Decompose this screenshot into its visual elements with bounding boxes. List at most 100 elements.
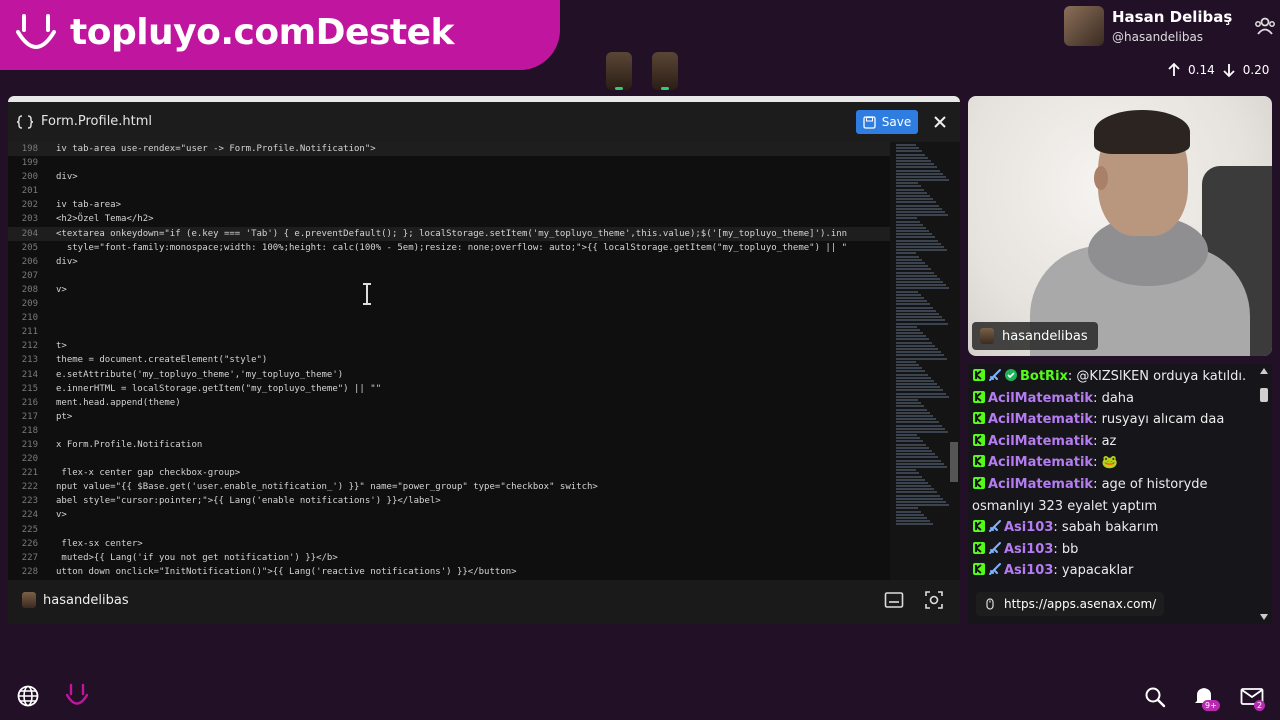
chat-username[interactable]: AcilMatematik	[988, 434, 1093, 449]
code-line[interactable]: 215 e.innerHTML = localStorage.getItem("m…	[8, 382, 890, 396]
messages[interactable]: 2	[1240, 686, 1270, 714]
line-number: 218	[21, 425, 38, 436]
code-line[interactable]: 219 x Form.Profile.Notification	[8, 438, 890, 452]
globe-icon[interactable]	[16, 684, 40, 708]
minimap-line	[896, 335, 926, 338]
minimap-line	[896, 277, 940, 280]
chat-username[interactable]: AcilMatematik	[988, 412, 1093, 427]
minimap-line	[896, 507, 918, 510]
topluyo-logo-icon[interactable]	[64, 682, 90, 710]
code-line[interactable]: 207	[8, 269, 890, 283]
person-hair	[1094, 110, 1190, 154]
save-button[interactable]: Save	[856, 110, 918, 134]
code-line[interactable]: 220	[8, 452, 890, 466]
scroll-thumb[interactable]	[1260, 388, 1268, 402]
code-line[interactable]: 199	[8, 156, 890, 170]
minimap-line	[896, 450, 932, 452]
code-line[interactable]: 198 iv tab-area use-rendex="user -> Form.…	[8, 142, 890, 157]
minimap-line	[896, 188, 924, 191]
close-icon[interactable]	[930, 112, 950, 132]
chat-username[interactable]: AcilMatematik	[988, 455, 1093, 470]
code-line[interactable]: 202 iv tab-area>	[8, 198, 890, 212]
minimap-line	[896, 328, 920, 331]
code-line[interactable]: 203 <h2>Özel Tema</h2>	[8, 212, 890, 226]
minimap-line	[896, 150, 922, 153]
code-line[interactable]: 213 theme = document.createElement("style…	[8, 353, 890, 367]
code-line[interactable]: 227 muted>{{ Lang('if you not get notifi…	[8, 551, 890, 565]
minimap-line	[896, 242, 941, 245]
chat-message: AcilMatematik: rusyayı alıcam daa	[972, 409, 1256, 431]
line-text: e.innerHTML = localStorage.getItem("my_t…	[56, 383, 382, 394]
minimap-line	[896, 491, 937, 494]
minimap-line	[896, 316, 942, 319]
minimap-line	[896, 488, 934, 491]
code-line[interactable]: 228 utton down onclick="InitNotification(…	[8, 565, 890, 579]
line-number: 199	[21, 158, 38, 169]
chat-username[interactable]: Asi103	[1004, 520, 1053, 535]
line-text: abel style="cursor:pointer;">{{ Lang('en…	[56, 496, 441, 507]
participant-avatar[interactable]	[652, 52, 678, 90]
line-number: 228	[21, 566, 38, 577]
code-line[interactable]: 223 abel style="cursor:pointer;">{{ Lang(…	[8, 494, 890, 508]
kick-icon	[973, 476, 985, 489]
avatar[interactable]	[1064, 6, 1104, 46]
chat-username[interactable]: Asi103	[1004, 542, 1053, 557]
code-line[interactable]: 226 flex-sx center>	[8, 537, 890, 551]
minimap-line	[896, 214, 948, 217]
brand-banner[interactable]: topluyo.comDestek	[0, 0, 560, 70]
line-text	[38, 156, 56, 170]
kick-icon	[973, 412, 985, 425]
code-line[interactable]: 205 style="font-family:monospace;width: …	[8, 241, 890, 255]
code-line[interactable]: 216 ment.head.append(theme)	[8, 396, 890, 410]
kick-icon	[973, 433, 985, 446]
minimap-line	[896, 226, 926, 229]
kick-icon	[973, 390, 985, 403]
chat-username[interactable]: AcilMatematik	[988, 391, 1093, 406]
chat-username[interactable]: AcilMatematik	[988, 477, 1093, 492]
chat-colon: :	[1053, 563, 1062, 579]
stream-owner-name: hasandelibas	[43, 593, 129, 608]
scroll-down-icon[interactable]	[1260, 614, 1268, 620]
captions-icon[interactable]	[884, 591, 904, 609]
code-line[interactable]: 214 e.setAttribute('my_topluyo_theme','my…	[8, 368, 890, 382]
user-profile[interactable]: Hasan Delibaş @hasandelibas	[1062, 4, 1280, 48]
code-line[interactable]: 221 flex-x center gap checkbox-group>	[8, 466, 890, 480]
code-line[interactable]: 209	[8, 297, 890, 311]
network-stats: 0.14 0.20	[1166, 62, 1269, 78]
code-text-area[interactable]: 198 iv tab-area use-rendex="user -> Form.…	[8, 142, 890, 580]
link-tooltip[interactable]: https://apps.asenax.com/	[976, 592, 1165, 616]
line-number: 209	[21, 299, 38, 310]
code-line[interactable]: 204 <textarea onkeydown="if (e.key === 'T…	[8, 226, 890, 241]
chat-username[interactable]: BotRix	[1020, 369, 1068, 384]
scroll-up-icon[interactable]	[1260, 368, 1268, 374]
search-icon[interactable]	[1144, 686, 1166, 708]
code-line[interactable]: 201	[8, 184, 890, 198]
minimap-line	[896, 513, 924, 516]
minimap-scroll-thumb[interactable]	[950, 442, 958, 482]
code-line[interactable]: 210	[8, 311, 890, 325]
chat-message: Asi103: sabah bakarım	[972, 517, 1256, 539]
webcam-feed[interactable]	[968, 96, 1272, 356]
participant-avatar[interactable]	[606, 52, 632, 90]
chat-username[interactable]: Asi103	[1004, 563, 1053, 578]
code-line[interactable]: 212 t>	[8, 339, 890, 353]
code-line[interactable]: 217 pt>	[8, 410, 890, 424]
screenshot-icon[interactable]	[924, 590, 944, 610]
code-line[interactable]: 218	[8, 424, 890, 438]
code-line[interactable]: 224 v>	[8, 508, 890, 522]
chat-panel: BotRix: @KIZSlKEN orduya katıldı. AcilMat…	[968, 364, 1272, 624]
arrow-down-icon	[1223, 64, 1235, 78]
minimap-line	[896, 376, 931, 379]
people-icon[interactable]	[1254, 16, 1276, 36]
minimap-line	[896, 300, 927, 303]
code-line[interactable]: 208 v>	[8, 283, 890, 297]
code-line[interactable]: 206 div>	[8, 255, 890, 269]
code-line[interactable]: 200 div>	[8, 170, 890, 184]
code-line[interactable]: 211	[8, 325, 890, 339]
code-line[interactable]: 222 nput value="{{ $Base.get('user.enable…	[8, 480, 890, 494]
code-line[interactable]: 225	[8, 523, 890, 537]
minimap-line	[896, 198, 933, 201]
chat-scrollbar[interactable]	[1258, 366, 1270, 622]
code-minimap[interactable]	[890, 142, 960, 580]
notifications[interactable]: 9+	[1192, 684, 1222, 714]
